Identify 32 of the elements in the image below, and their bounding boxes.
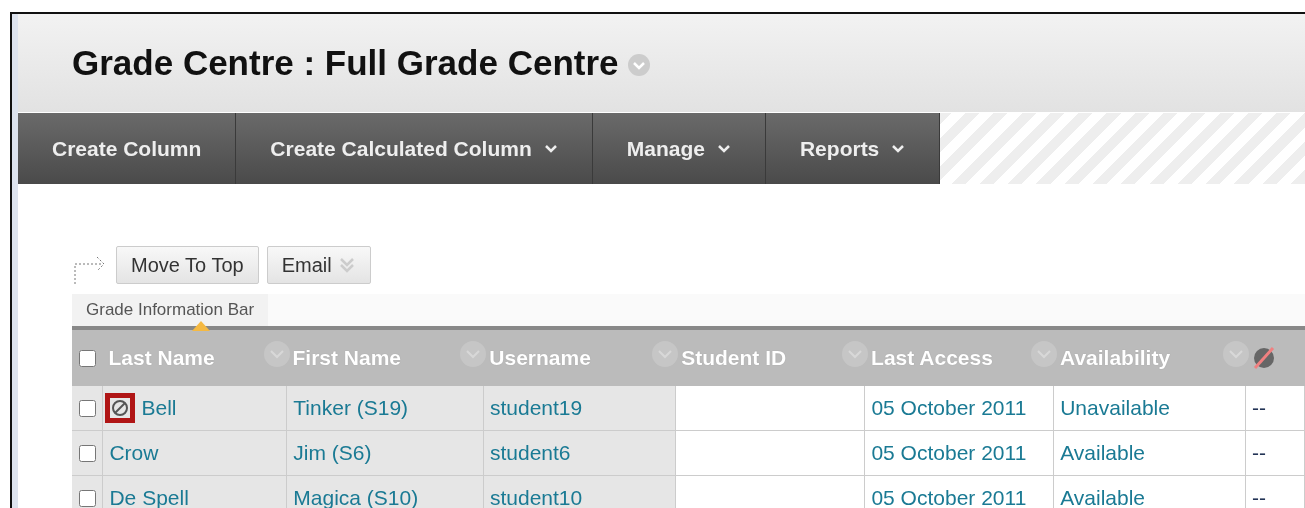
column-menu-icon[interactable] [459,340,488,368]
table-link[interactable]: Crow [109,441,159,465]
grade-information-bar-tab[interactable]: Grade Information Bar [72,294,269,326]
table-cell: 05 October 2011 [871,396,1027,420]
table-cell: -- [1251,396,1266,420]
column-menu-icon[interactable] [1221,340,1250,368]
table-cell: Unavailable [1060,396,1170,420]
select-all-checkbox[interactable] [78,349,96,367]
action-bar-button[interactable]: Reports [765,113,941,184]
table-cell: Available [1060,486,1146,508]
column-menu-icon[interactable] [1030,340,1058,368]
action-bar-button[interactable]: Manage [592,113,766,184]
row-checkbox[interactable] [78,489,96,507]
row-checkbox[interactable] [78,399,96,417]
column-menu-icon[interactable] [262,340,291,368]
column-menu-icon[interactable] [651,340,680,368]
page-title: Grade Centre : Full Grade Centre [72,43,619,83]
action-bar-button[interactable]: Create Calculated Column [236,113,593,184]
action-bar-button[interactable]: Create Column [18,113,237,184]
chevron-down-icon[interactable] [626,53,651,77]
table-cell: 05 October 2011 [871,441,1027,465]
hidden-icon [1251,346,1276,370]
toolbar-button[interactable]: Email [266,246,371,284]
double-chevron-icon [337,255,356,275]
table-cell: -- [1251,486,1266,508]
column-menu-icon[interactable] [841,340,870,368]
table-link[interactable]: Bell [141,396,177,420]
toolbar-button[interactable]: Move To Top [116,246,259,284]
table-cell: -- [1251,441,1266,465]
row-checkbox[interactable] [78,444,96,462]
table-cell: 05 October 2011 [871,486,1027,508]
table-cell: Available [1060,441,1146,465]
